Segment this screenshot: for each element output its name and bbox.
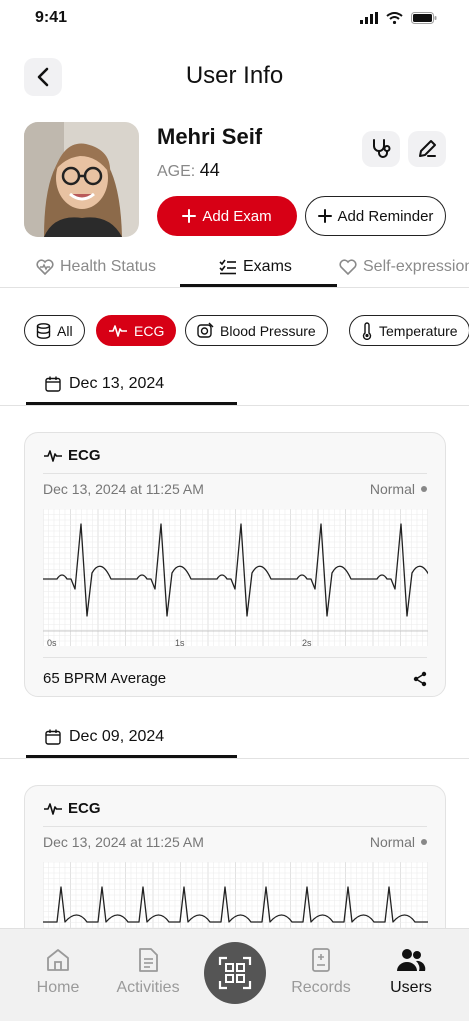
wifi-icon: [386, 12, 403, 24]
nav-users[interactable]: Users: [366, 947, 456, 997]
status-badge: Normal: [370, 834, 427, 850]
heart-icon: [339, 259, 357, 275]
scan-button[interactable]: [204, 942, 266, 1004]
signal-icon: [360, 12, 378, 24]
document-icon: [139, 948, 158, 972]
user-age: AGE: 44: [157, 160, 220, 181]
status-bar: 9:41: [0, 0, 469, 40]
date-label: Dec 09, 2024: [69, 728, 165, 745]
active-tab-indicator: [180, 284, 337, 287]
time-tick: 0s: [47, 638, 57, 648]
date-label: Dec 13, 2024: [69, 375, 165, 392]
battery-icon: [411, 12, 437, 24]
pulse-icon: [44, 449, 62, 462]
status-text: Normal: [369, 481, 415, 497]
users-icon: [397, 949, 426, 971]
tab-bar: Health Status Exams Self-expression: [0, 248, 469, 288]
chip-ecg[interactable]: ECG: [96, 315, 177, 346]
date-header: Dec 13, 2024: [45, 375, 164, 393]
add-exam-button[interactable]: Add Exam: [157, 196, 297, 236]
chip-blood-pressure[interactable]: Blood Pressure: [185, 315, 328, 346]
tab-exams[interactable]: Exams: [219, 258, 292, 276]
filter-chips: All ECG Blood Pressure Temperature: [0, 315, 469, 347]
status-time: 9:41: [35, 9, 68, 26]
stethoscope-icon: [373, 139, 391, 158]
add-exam-label: Add Exam: [202, 207, 272, 225]
nav-label: Home: [36, 979, 80, 996]
blood-pressure-icon: [197, 322, 214, 338]
plus-icon: [182, 209, 197, 223]
nav-label: Activities: [116, 979, 180, 996]
tab-self-expression[interactable]: Self-expression: [339, 258, 469, 276]
divider: [43, 826, 427, 827]
chip-all[interactable]: All: [24, 315, 85, 346]
pulse-icon: [44, 802, 62, 815]
calendar-icon: [45, 729, 61, 745]
card-title: ECG: [43, 447, 101, 464]
divider: [0, 758, 469, 759]
time-tick: 1s: [175, 638, 185, 648]
calendar-icon: [45, 376, 61, 392]
divider: [0, 405, 469, 406]
database-icon: [36, 322, 51, 339]
status-badge: Normal: [370, 481, 427, 497]
ecg-waveform-chart: [43, 509, 428, 646]
nav-activities[interactable]: Activities: [103, 947, 193, 997]
tab-label: Exams: [243, 258, 292, 275]
plus-icon: [317, 209, 332, 223]
chip-label: All: [57, 322, 73, 339]
tab-label: Health Status: [60, 258, 157, 275]
add-reminder-button[interactable]: Add Reminder: [305, 196, 446, 236]
bottom-navigation: Home Activities Records Users: [0, 928, 469, 1021]
home-icon: [47, 949, 69, 971]
nav-label: Records: [291, 979, 351, 996]
card-timestamp: Dec 13, 2024 at 11:25 AM: [43, 481, 204, 497]
card-timestamp: Dec 13, 2024 at 11:25 AM: [43, 834, 204, 850]
avatar: [24, 122, 139, 237]
stethoscope-button[interactable]: [362, 131, 400, 167]
age-value: 44: [199, 160, 220, 180]
card-title: ECG: [43, 800, 101, 817]
tab-label: Self-expression: [363, 258, 469, 275]
page-title: User Info: [185, 62, 284, 89]
pencil-icon: [419, 140, 436, 157]
chip-temperature[interactable]: Temperature: [349, 315, 469, 346]
nav-home[interactable]: Home: [13, 947, 103, 997]
chip-label: Temperature: [379, 322, 458, 339]
chip-label: ECG: [134, 322, 165, 339]
user-name: Mehri Seif: [157, 124, 263, 149]
divider: [43, 473, 427, 474]
tab-health-status[interactable]: Health Status: [36, 258, 156, 276]
nav-label: Users: [390, 979, 432, 996]
status-text: Normal: [369, 834, 415, 850]
nav-records[interactable]: Records: [276, 947, 366, 997]
card-title-text: ECG: [68, 447, 101, 464]
share-icon[interactable]: [413, 671, 427, 687]
ecg-average: 65 BPRM Average: [43, 670, 167, 687]
edit-button[interactable]: [408, 131, 446, 167]
status-dot: [421, 486, 427, 492]
time-tick: 2s: [302, 638, 312, 648]
add-reminder-label: Add Reminder: [337, 207, 434, 225]
date-header: Dec 09, 2024: [45, 728, 164, 746]
checklist-icon: [219, 259, 236, 275]
heart-pulse-icon: [36, 259, 54, 275]
age-label: AGE:: [157, 163, 196, 180]
qr-scan-icon: [218, 956, 252, 990]
thermometer-icon: [362, 321, 372, 340]
pulse-icon: [109, 324, 127, 337]
card-title-text: ECG: [68, 800, 101, 817]
divider: [43, 657, 427, 658]
status-icons: [360, 12, 437, 24]
records-icon: [312, 948, 330, 972]
status-dot: [421, 839, 427, 845]
ecg-card[interactable]: ECG Dec 13, 2024 at 11:25 AM Normal 0s 1…: [24, 432, 446, 697]
chip-label: Blood Pressure: [220, 322, 316, 339]
